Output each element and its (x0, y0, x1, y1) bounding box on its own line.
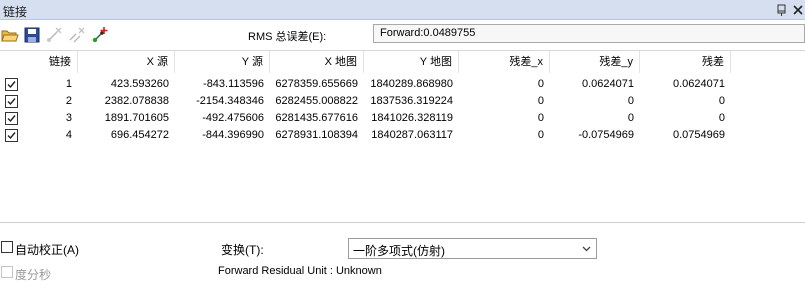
chevron-down-icon[interactable] (581, 243, 592, 257)
link-table-window: 链接 RMS 总误差(E): Forward:0.0489755 链接 X 源 … (0, 0, 805, 285)
cell-y-map: 1837536.319224 (370, 95, 453, 107)
cell-link: 2 (65, 95, 72, 107)
cell-link: 3 (65, 112, 72, 124)
save-icon[interactable] (23, 26, 41, 44)
col-header-x-map[interactable]: X 地图 (270, 51, 364, 73)
cell-residual-y: 0.0624071 (582, 78, 634, 90)
auto-adjust-label[interactable]: 自动校正(A) (15, 241, 79, 258)
open-folder-icon[interactable] (1, 26, 19, 44)
cell-residual: 0.0624071 (673, 78, 725, 90)
rms-error-field: Forward:0.0489755 (373, 24, 805, 43)
table-row[interactable]: 2 2382.078838 -2154.348346 6282455.00882… (0, 93, 805, 110)
table-row[interactable]: 4 696.454272 -844.396990 6278931.108394 … (0, 127, 805, 144)
link-table: 链接 X 源 Y 源 X 地图 Y 地图 残差_x 残差_y 残差 1 423.… (0, 50, 805, 222)
cell-x-map: 6281435.677616 (275, 112, 358, 124)
cell-y-map: 1840287.063117 (371, 129, 453, 141)
cell-x-map: 6282455.008822 (275, 95, 358, 107)
table-header: 链接 X 源 Y 源 X 地图 Y 地图 残差_x 残差_y 残差 (0, 51, 805, 73)
cell-residual-x: 0 (537, 112, 544, 124)
cell-x-source: 1891.701605 (104, 112, 169, 124)
col-header-residual-x[interactable]: 残差_x (459, 51, 550, 73)
cell-residual-y: -0.0754969 (578, 129, 634, 141)
cell-residual-y: 0 (627, 112, 634, 124)
cell-x-source: 423.593260 (110, 78, 169, 90)
transformation-value: 一阶多项式(仿射) (353, 244, 445, 258)
dms-label: 度分秒 (15, 268, 52, 282)
cell-residual-y: 0 (627, 95, 634, 107)
title-bar: 链接 (0, 0, 805, 20)
dms-checkbox (1, 266, 13, 278)
cell-x-map: 6278931.108394 (275, 129, 358, 141)
cell-link: 1 (65, 78, 72, 90)
cell-residual: 0 (718, 95, 725, 107)
table-row[interactable]: 3 1891.701605 -492.475606 6281435.677616… (0, 110, 805, 127)
col-header-link[interactable]: 链接 (23, 51, 78, 73)
auto-adjust-checkbox[interactable] (1, 241, 13, 253)
cell-y-map: 1841026.328119 (371, 112, 453, 124)
cell-link: 4 (65, 129, 72, 141)
transformation-dropdown[interactable]: 一阶多项式(仿射) (348, 238, 597, 259)
col-header-residual-y[interactable]: 残差_y (550, 51, 640, 73)
close-icon[interactable] (791, 3, 805, 17)
row-checkbox[interactable] (5, 78, 18, 91)
cell-x-map: 6278359.655669 (275, 78, 358, 90)
table-row[interactable]: 1 423.593260 -843.113596 6278359.655669 … (0, 76, 805, 93)
window-title: 链接 (3, 5, 28, 19)
options-panel: 自动校正(A) 度分秒 变换(T): 一阶多项式(仿射) Forward Res… (0, 222, 805, 285)
cell-y-source: -2154.348346 (196, 95, 264, 107)
cell-y-source: -843.113596 (203, 78, 264, 90)
delete-all-links-icon[interactable] (68, 26, 86, 44)
row-checkbox[interactable] (5, 95, 18, 108)
transformation-label: 变换(T): (221, 243, 264, 257)
col-header-y-source[interactable]: Y 源 (175, 51, 270, 73)
delete-link-icon[interactable] (45, 26, 63, 44)
col-header-residual[interactable]: 残差 (640, 51, 731, 73)
col-header-x-source[interactable]: X 源 (78, 51, 175, 73)
cell-residual: 0 (718, 112, 725, 124)
row-checkbox[interactable] (5, 112, 18, 125)
cell-residual-x: 0 (537, 129, 544, 141)
pin-icon[interactable] (775, 3, 789, 17)
cell-y-source: -492.475606 (202, 112, 264, 124)
cell-x-source: 2382.078838 (104, 95, 169, 107)
col-header-y-map[interactable]: Y 地图 (364, 51, 459, 73)
cell-y-map: 1840289.868980 (370, 78, 453, 90)
cell-residual-x: 0 (537, 78, 544, 90)
cell-y-source: -844.396990 (202, 129, 264, 141)
cell-residual: 0.0754969 (673, 129, 725, 141)
row-checkbox[interactable] (5, 129, 18, 142)
add-link-icon[interactable] (91, 26, 109, 44)
residual-unit-text: Forward Residual Unit : Unknown (218, 265, 382, 277)
cell-residual-x: 0 (537, 95, 544, 107)
rms-error-label: RMS 总误差(E): (248, 31, 327, 43)
cell-x-source: 696.454272 (110, 129, 169, 141)
